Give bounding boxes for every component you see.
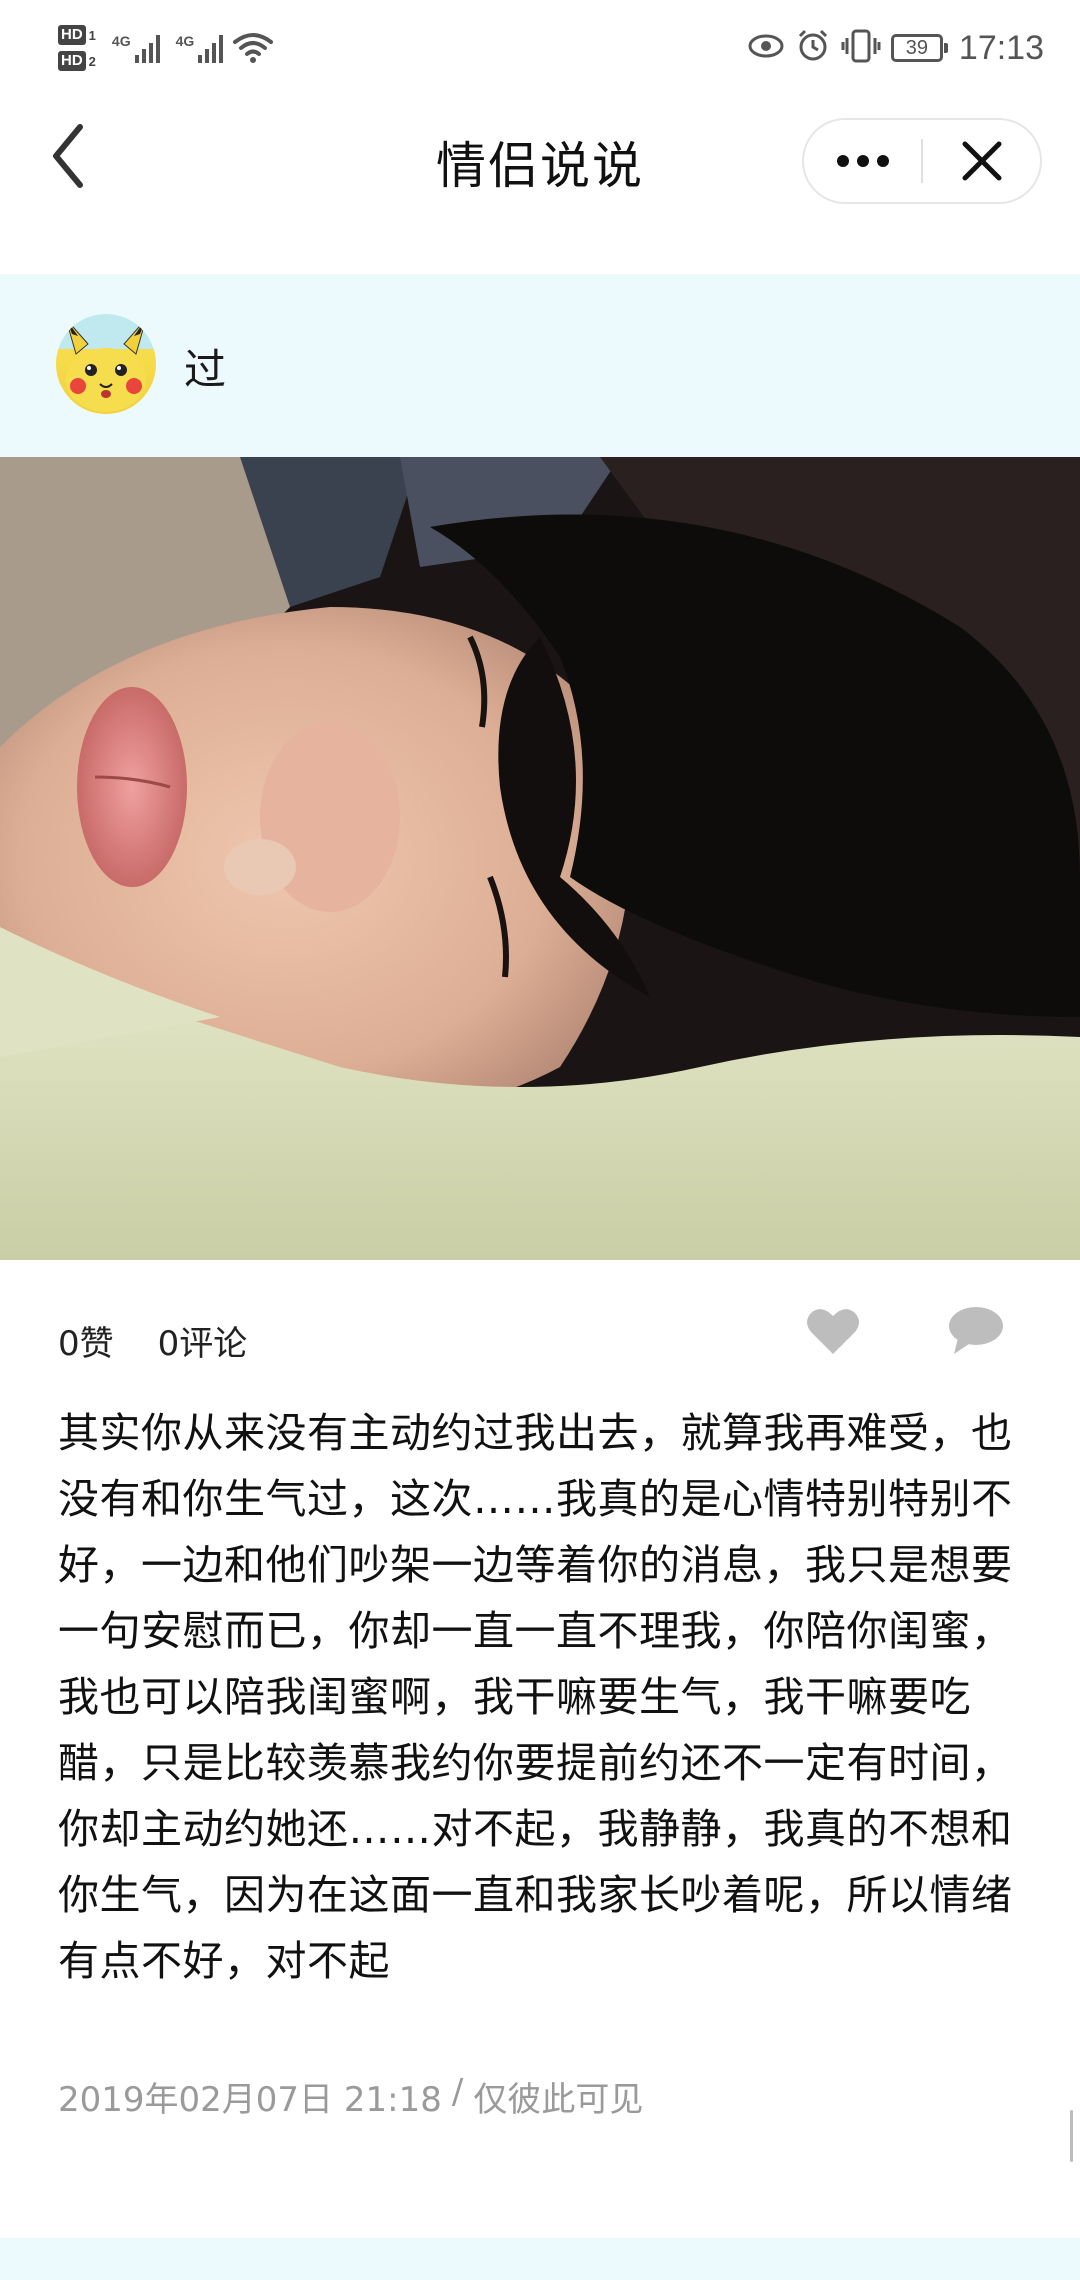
post-meta: 2019年02月07日 21:18 / 仅彼此可见 — [58, 2072, 643, 2121]
sim2-num: 2 — [88, 53, 96, 69]
post-stats: 0赞 0评论 — [58, 1316, 247, 1365]
post-image — [0, 457, 1080, 1260]
sim1-hd: HD — [58, 25, 86, 45]
status-bar: HD 1 HD 2 4G 4G 39 17:13 — [0, 0, 1080, 96]
post-content: 其实你从来没有主动约过我出去，就算我再难受，也没有和你生气过，这次……我真的是心… — [58, 1409, 1013, 1985]
avatar[interactable] — [56, 314, 156, 414]
post-visibility: 仅彼此可见 — [473, 2080, 644, 2120]
username: 过 — [184, 345, 227, 394]
eye-comfort-icon — [747, 32, 785, 64]
network-1-label: 4G — [111, 33, 131, 49]
sim-indicators: HD 1 HD 2 — [58, 25, 96, 71]
signal-bars-icon — [198, 33, 224, 63]
clock: 17:13 — [958, 28, 1044, 67]
comment-button[interactable] — [948, 1306, 1004, 1360]
post-photo[interactable] — [0, 457, 1080, 1260]
sim1-num: 1 — [88, 27, 96, 43]
comment-bubble-icon — [949, 1307, 1003, 1354]
signal-2: 4G — [176, 33, 224, 63]
status-left: HD 1 HD 2 4G 4G — [58, 25, 274, 71]
signal-1: 4G — [112, 33, 160, 63]
next-post-header — [0, 2238, 1080, 2280]
like-button[interactable] — [806, 1306, 860, 1360]
like-count: 0赞 — [58, 1324, 114, 1364]
heart-icon — [807, 1309, 859, 1354]
title-bar: 情侣说说 — [0, 96, 1080, 228]
wifi-icon — [233, 32, 274, 64]
scrollbar[interactable] — [1070, 2110, 1073, 2162]
post-timestamp: 2019年02月07日 21:18 — [58, 2080, 442, 2120]
sim2-hd: HD — [58, 51, 86, 71]
status-right: 39 17:13 — [747, 28, 1044, 68]
vibrate-icon — [841, 28, 881, 68]
miniprogram-capsule — [802, 118, 1042, 204]
battery-icon: 39 — [890, 34, 948, 62]
comment-count: 0评论 — [157, 1324, 248, 1364]
close-icon — [962, 141, 1001, 181]
sim2-badge: HD 2 — [58, 51, 96, 71]
post-header: 过 — [0, 274, 1080, 457]
signal-bars-icon — [134, 33, 160, 63]
more-button[interactable] — [804, 120, 921, 202]
network-2-label: 4G — [175, 33, 195, 49]
pikachu-avatar-icon — [65, 318, 147, 412]
sim1-badge: HD 1 — [58, 25, 96, 45]
meta-separator: / — [451, 2072, 464, 2112]
close-button[interactable] — [923, 120, 1040, 202]
more-dots-icon — [836, 155, 889, 167]
alarm-icon — [795, 28, 831, 68]
